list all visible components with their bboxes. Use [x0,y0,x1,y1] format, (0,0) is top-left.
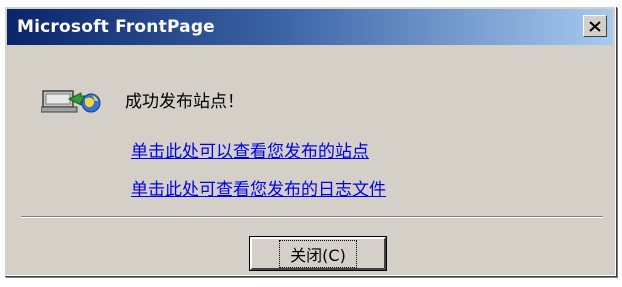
close-button-label: 关闭(C) [279,239,357,268]
dialog-window: Microsoft FrontPage 成功发布站点！ 单击此处可以查看您发布的… [4,6,616,276]
dialog-body: 成功发布站点！ 单击此处可以查看您发布的站点 单击此处可查看您发布的日志文件 关… [7,45,613,273]
view-site-link[interactable]: 单击此处可以查看您发布的站点 [131,137,369,162]
success-message: 成功发布站点！ [125,92,244,112]
divider [21,216,603,218]
site-computer-icon [41,90,101,113]
title-bar[interactable]: Microsoft FrontPage [7,9,613,45]
close-button[interactable]: 关闭(C) [249,236,387,271]
window-title: Microsoft FrontPage [17,17,215,37]
close-icon [589,20,601,32]
view-log-link[interactable]: 单击此处可查看您发布的日志文件 [131,175,386,200]
title-close-button[interactable] [583,15,607,37]
